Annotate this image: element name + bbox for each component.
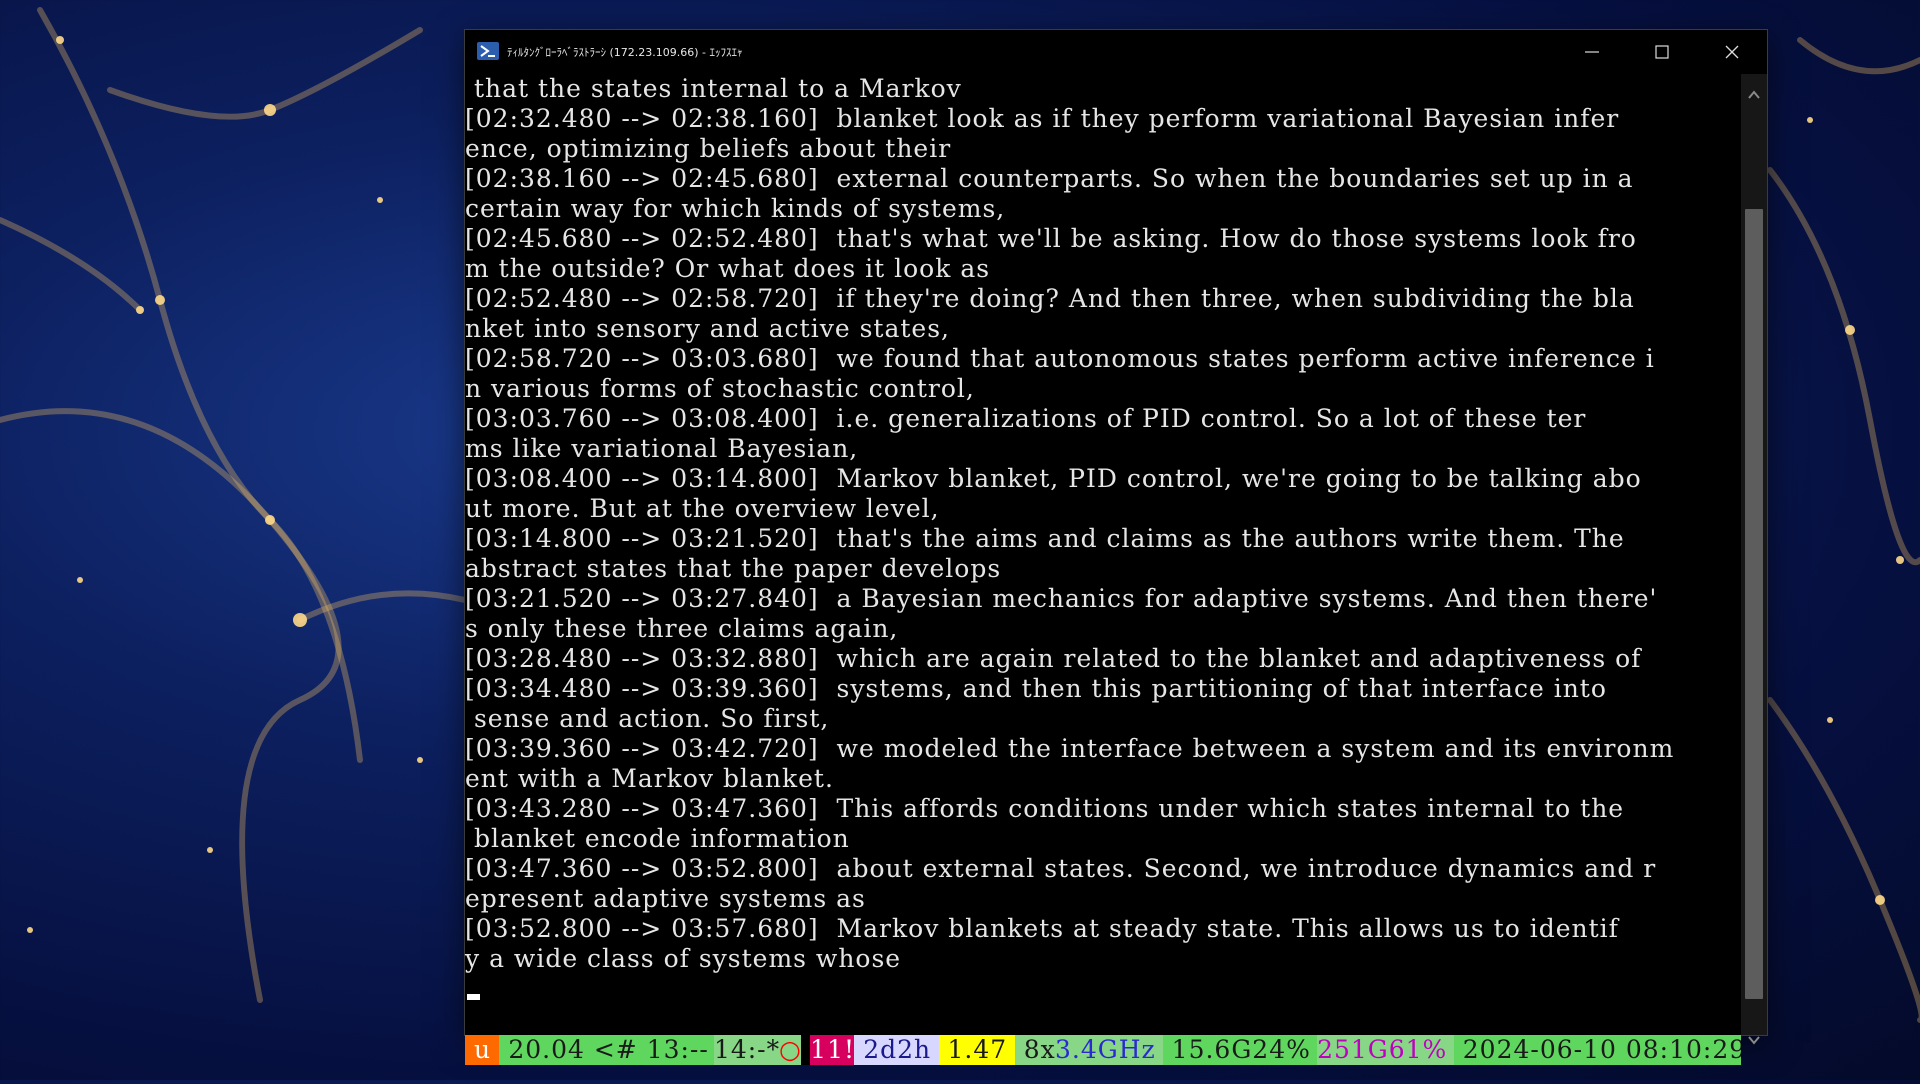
terminal-line: [02:58.720 --> 03:03.680] we found that … (465, 344, 1655, 373)
load-segment: 1.47 (938, 1035, 1015, 1065)
terminal-line: nket into sensory and active states, (465, 314, 950, 343)
terminal-window[interactable]: ﾃｨﾙﾀﾝｸﾞﾛｰﾗﾍﾞﾗｽﾄﾗｰｼ (172.23.109.66) - ｴｯﾌ… (465, 30, 1767, 1065)
terminal-line: [03:21.520 --> 03:27.840] a Bayesian mec… (465, 584, 1658, 613)
close-icon (1725, 45, 1739, 59)
minimize-button[interactable] (1557, 30, 1627, 74)
session-segment: u (465, 1035, 500, 1065)
memory-segment: 15.6G24% (1162, 1035, 1318, 1065)
cpu-count-segment: 8x (1014, 1035, 1055, 1065)
terminal-line: [03:43.280 --> 03:47.360] This affords c… (465, 794, 1625, 823)
window-flag-segment: ○ (778, 1035, 802, 1065)
disk-segment: 251G61% (1317, 1035, 1454, 1065)
terminal-line: [03:34.480 --> 03:39.360] systems, and t… (465, 674, 1607, 703)
scroll-down-arrow-icon[interactable] (1741, 1021, 1767, 1061)
close-button[interactable] (1697, 30, 1767, 74)
terminal-line: that the states internal to a Markov (465, 74, 962, 103)
terminal-line: s only these three claims again, (465, 614, 899, 643)
uptime-segment: 2d2h (854, 1035, 939, 1065)
datetime-segment: 2024-06-10 08:10:29 (1453, 1035, 1741, 1065)
terminal-line: [03:52.800 --> 03:57.680] Markov blanket… (465, 914, 1619, 943)
cpu-freq-segment: 3.4GHz (1054, 1035, 1163, 1065)
terminal-output[interactable]: that the states internal to a Markov [02:… (465, 74, 1741, 1065)
maximize-icon (1655, 45, 1669, 59)
tmux-status-bar: u 20.04 <# 13:-- 14:-* ○ 11! 2d2h 1.47 8x… (465, 1035, 1741, 1065)
terminal-line: ence, optimizing beliefs about their (465, 134, 952, 163)
terminal-line: ut more. But at the overview level, (465, 494, 940, 523)
terminal-line: [03:39.360 --> 03:42.720] we modeled the… (465, 734, 1675, 763)
terminal-line: [03:03.760 --> 03:08.400] i.e. generaliz… (465, 404, 1587, 433)
terminal-line: [03:14.800 --> 03:21.520] that's the aim… (465, 524, 1625, 553)
spacer-segment (801, 1035, 811, 1065)
terminal-line: ent with a Markov blanket. (465, 764, 834, 793)
terminal-line: ms like variational Bayesian, (465, 434, 859, 463)
terminal-line: [03:28.480 --> 03:32.880] which are agai… (465, 644, 1642, 673)
vertical-scrollbar[interactable] (1741, 74, 1767, 1045)
terminal-line: [03:47.360 --> 03:52.800] about external… (465, 854, 1657, 883)
maximize-button[interactable] (1627, 30, 1697, 74)
terminal-line: m the outside? Or what does it look as (465, 254, 991, 283)
powershell-icon (477, 42, 499, 60)
active-window-segment: 14:-* (713, 1035, 779, 1065)
title-bar[interactable]: ﾃｨﾙﾀﾝｸﾞﾛｰﾗﾍﾞﾗｽﾄﾗｰｼ (172.23.109.66) - ｴｯﾌ… (465, 30, 1767, 74)
terminal-line: [03:08.400 --> 03:14.800] Markov blanket… (465, 464, 1642, 493)
os-window-segment: 20.04 <# 13:-- (499, 1035, 714, 1065)
terminal-line: sense and action. So first, (465, 704, 830, 733)
terminal-line: n various forms of stochastic control, (465, 374, 975, 403)
terminal-line: [02:32.480 --> 02:38.160] blanket look a… (465, 104, 1620, 133)
scroll-up-arrow-icon[interactable] (1741, 74, 1767, 114)
terminal-line: y a wide class of systems whose (465, 944, 902, 973)
terminal-line: blanket encode information (465, 824, 850, 853)
terminal-line: abstract states that the paper develops (465, 554, 1002, 583)
terminal-line: epresent adaptive systems as (465, 884, 866, 913)
terminal-line: certain way for which kinds of systems, (465, 194, 1006, 223)
minimize-icon (1585, 51, 1599, 53)
window-title: ﾃｨﾙﾀﾝｸﾞﾛｰﾗﾍﾞﾗｽﾄﾗｰｼ (172.23.109.66) - ｴｯﾌ… (507, 46, 743, 59)
scrollbar-thumb[interactable] (1745, 209, 1763, 999)
text-cursor (467, 994, 480, 1000)
terminal-line: [02:38.160 --> 02:45.680] external count… (465, 164, 1634, 193)
alert-segment: 11! (810, 1035, 855, 1065)
terminal-line: [02:52.480 --> 02:58.720] if they're doi… (465, 284, 1635, 313)
terminal-line: [02:45.680 --> 02:52.480] that's what we… (465, 224, 1637, 253)
